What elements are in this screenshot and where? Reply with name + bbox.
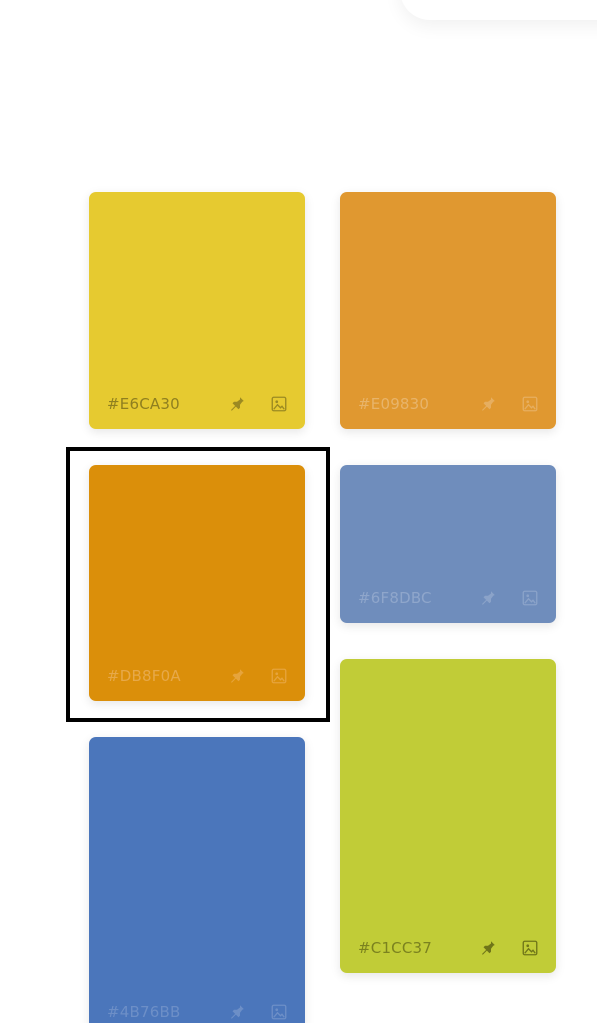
color-swatch-card[interactable]: #DB8F0A	[89, 465, 305, 701]
swatch-footer: #4B76BB	[89, 987, 305, 1023]
hex-code-label[interactable]: #6F8DBC	[358, 589, 432, 607]
image-icon[interactable]	[269, 666, 289, 686]
color-swatch-card[interactable]: #6F8DBC	[340, 465, 556, 623]
color-swatch-card[interactable]: #E6CA30	[89, 192, 305, 429]
swatch-footer: #E6CA30	[89, 379, 305, 429]
hex-code-label[interactable]: #C1CC37	[358, 939, 432, 957]
swatch-footer: #E09830	[340, 379, 556, 429]
color-swatch-card[interactable]: #4B76BB	[89, 737, 305, 1023]
top-bar-shadow	[400, 0, 597, 20]
image-icon[interactable]	[520, 938, 540, 958]
hex-code-label[interactable]: #E09830	[358, 395, 429, 413]
color-swatch-card[interactable]: #C1CC37	[340, 659, 556, 973]
color-swatch-card[interactable]: #E09830	[340, 192, 556, 429]
pin-icon[interactable]	[227, 1002, 247, 1022]
hex-code-label[interactable]: #E6CA30	[107, 395, 180, 413]
hex-code-label[interactable]: #4B76BB	[107, 1003, 180, 1021]
pin-icon[interactable]	[478, 938, 498, 958]
pin-icon[interactable]	[478, 394, 498, 414]
image-icon[interactable]	[520, 588, 540, 608]
swatch-footer: #C1CC37	[340, 923, 556, 973]
pin-icon[interactable]	[227, 666, 247, 686]
swatch-footer: #6F8DBC	[340, 573, 556, 623]
swatch-footer: #DB8F0A	[89, 651, 305, 701]
image-icon[interactable]	[269, 1002, 289, 1022]
palette-page: #E6CA30 #E09830 #DB8F0A #6F8DBC #4B76BB	[0, 0, 597, 1023]
pin-icon[interactable]	[227, 394, 247, 414]
image-icon[interactable]	[269, 394, 289, 414]
hex-code-label[interactable]: #DB8F0A	[107, 667, 181, 685]
image-icon[interactable]	[520, 394, 540, 414]
pin-icon[interactable]	[478, 588, 498, 608]
